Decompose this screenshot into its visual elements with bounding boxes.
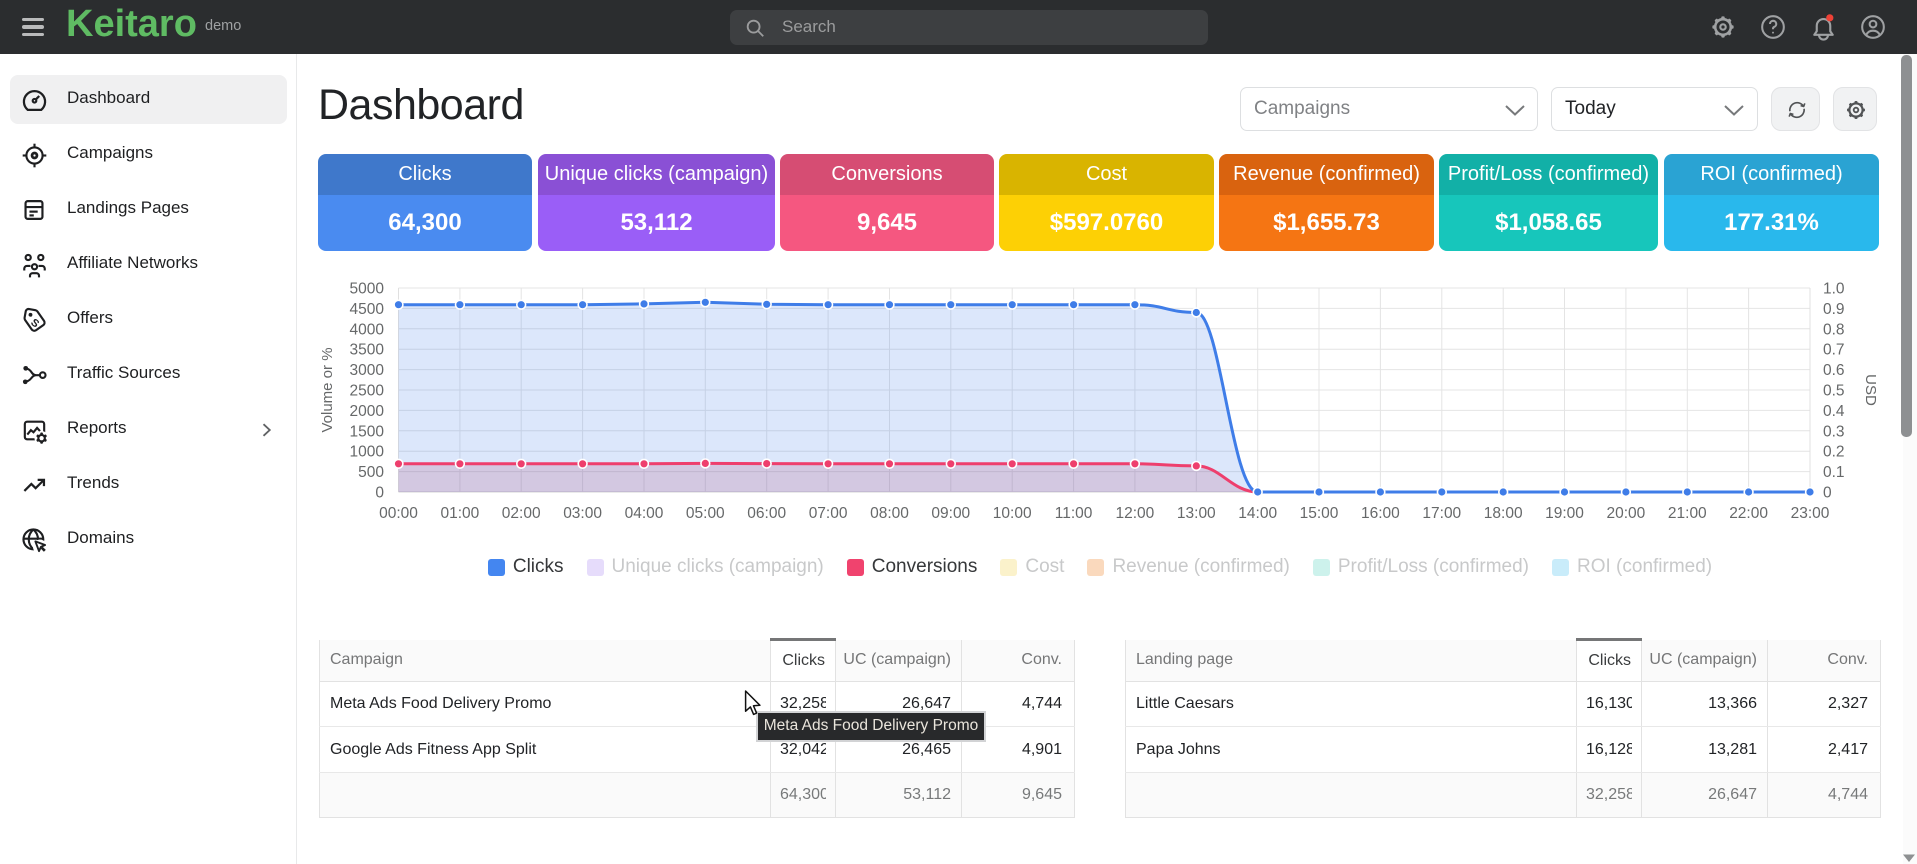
svg-text:0.9: 0.9 (1823, 301, 1845, 318)
svg-text:02:00: 02:00 (502, 505, 541, 522)
svg-text:4000: 4000 (350, 321, 385, 338)
svg-text:10:00: 10:00 (993, 505, 1032, 522)
svg-text:0.4: 0.4 (1823, 403, 1845, 420)
svg-text:3500: 3500 (350, 342, 385, 359)
svg-text:0.1: 0.1 (1823, 464, 1845, 481)
svg-text:500: 500 (358, 464, 384, 481)
svg-text:17:00: 17:00 (1422, 505, 1461, 522)
svg-text:23:00: 23:00 (1791, 505, 1830, 522)
svg-text:4500: 4500 (350, 301, 385, 318)
svg-text:0.7: 0.7 (1823, 342, 1845, 359)
svg-text:0.6: 0.6 (1823, 362, 1845, 379)
svg-text:0.5: 0.5 (1823, 383, 1845, 400)
svg-text:04:00: 04:00 (625, 505, 664, 522)
svg-text:0.8: 0.8 (1823, 321, 1845, 338)
svg-text:00:00: 00:00 (379, 505, 418, 522)
svg-text:08:00: 08:00 (870, 505, 909, 522)
svg-text:18:00: 18:00 (1484, 505, 1523, 522)
svg-text:1.0: 1.0 (1823, 281, 1845, 298)
svg-text:22:00: 22:00 (1729, 505, 1768, 522)
svg-text:12:00: 12:00 (1116, 505, 1155, 522)
svg-text:03:00: 03:00 (563, 505, 602, 522)
svg-text:06:00: 06:00 (747, 505, 786, 522)
svg-text:0.3: 0.3 (1823, 423, 1845, 440)
svg-text:0.2: 0.2 (1823, 444, 1845, 461)
svg-text:09:00: 09:00 (931, 505, 970, 522)
svg-text:14:00: 14:00 (1238, 505, 1277, 522)
svg-text:15:00: 15:00 (1300, 505, 1339, 522)
svg-text:05:00: 05:00 (686, 505, 725, 522)
svg-text:2000: 2000 (350, 403, 385, 420)
svg-text:1000: 1000 (350, 444, 385, 461)
svg-text:1500: 1500 (350, 423, 385, 440)
svg-text:19:00: 19:00 (1545, 505, 1584, 522)
svg-text:07:00: 07:00 (809, 505, 848, 522)
svg-text:13:00: 13:00 (1177, 505, 1216, 522)
svg-text:USD: USD (1862, 374, 1879, 406)
svg-text:5000: 5000 (350, 281, 385, 298)
svg-text:2500: 2500 (350, 383, 385, 400)
svg-text:0: 0 (1823, 485, 1832, 502)
svg-text:0: 0 (375, 485, 384, 502)
svg-text:3000: 3000 (350, 362, 385, 379)
svg-text:21:00: 21:00 (1668, 505, 1707, 522)
svg-text:01:00: 01:00 (441, 505, 480, 522)
svg-text:11:00: 11:00 (1055, 505, 1093, 522)
svg-text:16:00: 16:00 (1361, 505, 1400, 522)
svg-text:Volume or %: Volume or % (319, 347, 336, 432)
svg-text:20:00: 20:00 (1607, 505, 1646, 522)
